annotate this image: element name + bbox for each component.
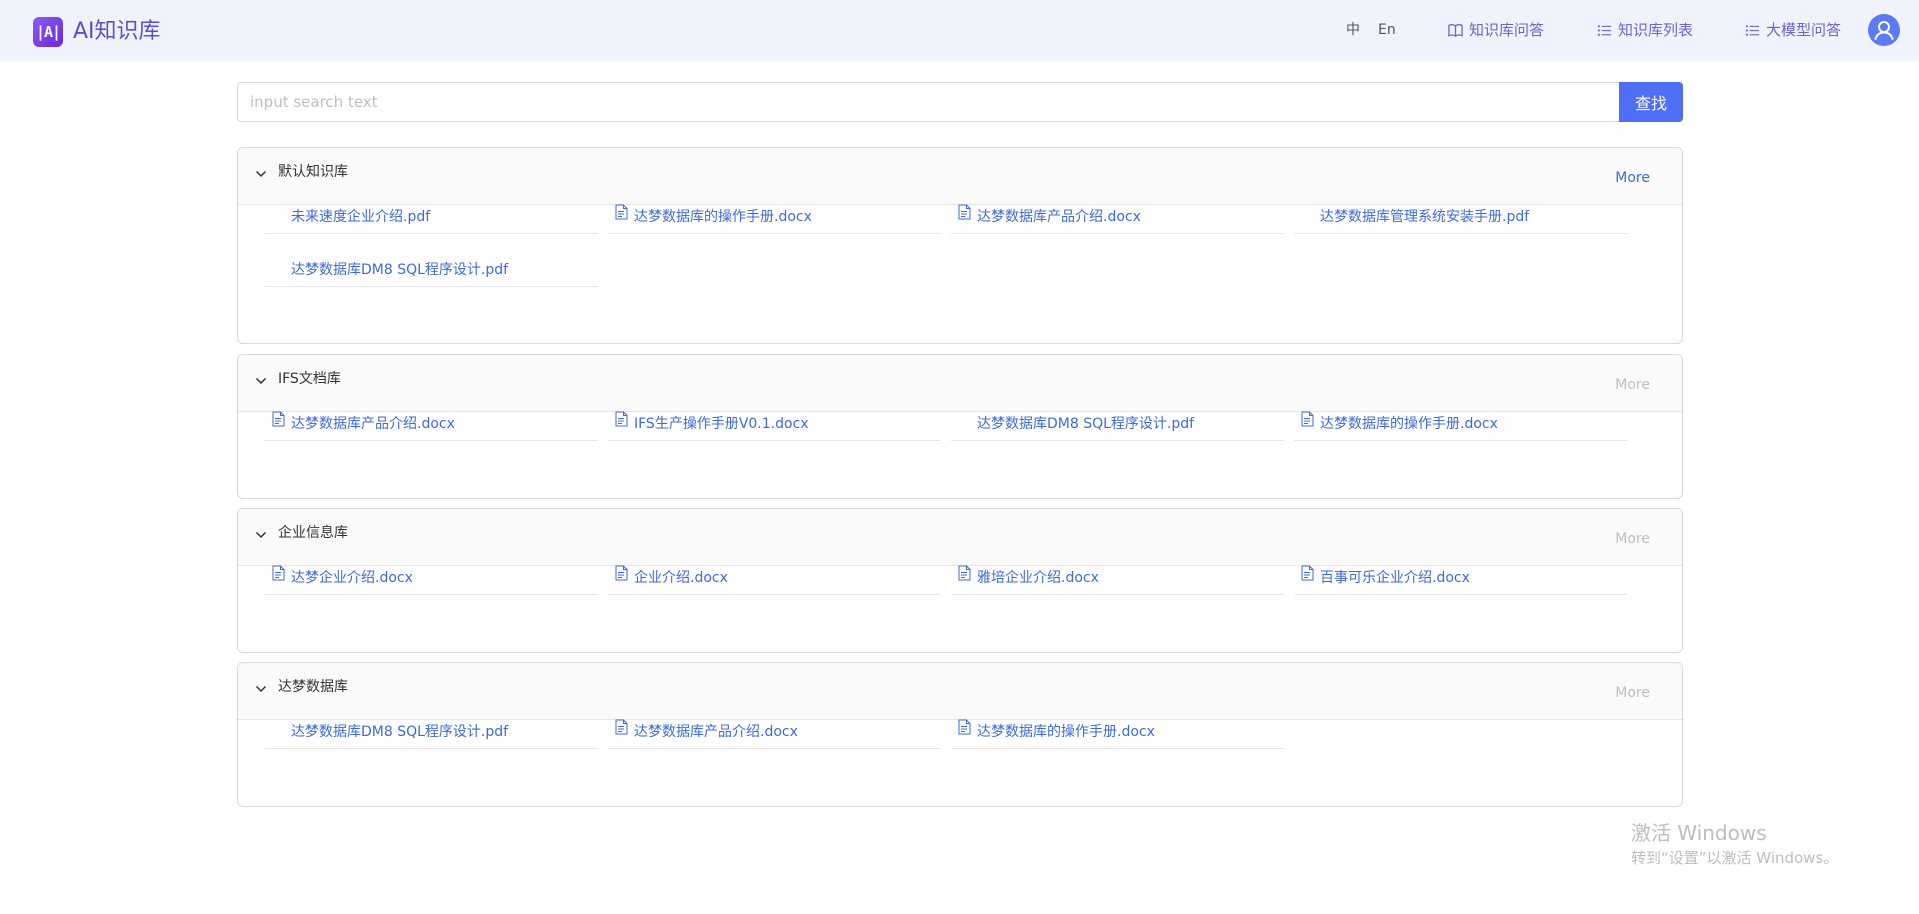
- search-button[interactable]: 查找: [1619, 82, 1683, 122]
- document-icon: [958, 719, 971, 735]
- file-item[interactable]: 达梦数据库产品介绍.docx: [265, 407, 598, 441]
- file-item[interactable]: 未来速度企业介绍.pdf: [265, 200, 598, 234]
- document-icon: [958, 204, 971, 220]
- file-item[interactable]: 达梦数据库的操作手册.docx: [608, 200, 941, 234]
- user-icon: [1874, 21, 1894, 40]
- list-icon: [1597, 24, 1612, 36]
- file-name-link[interactable]: 达梦数据库的操作手册.docx: [634, 208, 812, 226]
- file-item[interactable]: 达梦数据库的操作手册.docx: [951, 715, 1284, 749]
- file-name-link[interactable]: 达梦数据库管理系统安装手册.pdf: [1320, 208, 1529, 226]
- app-logo-icon[interactable]: |A|: [33, 17, 63, 47]
- file-item[interactable]: 达梦数据库产品介绍.docx: [608, 715, 941, 749]
- file-item[interactable]: 达梦数据库产品介绍.docx: [951, 200, 1284, 234]
- file-item[interactable]: 达梦数据库DM8 SQL程序设计.pdf: [951, 407, 1284, 441]
- kb-panel-title: 达梦数据库: [278, 679, 348, 695]
- kb-panel-title: 企业信息库: [278, 525, 348, 541]
- top-header: |A| AI知识库 中 En 知识库问答 知识库列表 大模型问答: [0, 0, 1919, 61]
- kb-panel-header[interactable]: IFS文档库 More: [238, 355, 1682, 412]
- kb-panel: 默认知识库 More 未来速度企业介绍.pdf 达梦数据库的操作手册.docx 达梦数据…: [237, 147, 1683, 344]
- chevron-down-icon[interactable]: [254, 528, 268, 542]
- file-name-link[interactable]: 企业介绍.docx: [634, 569, 728, 587]
- list-icon: [1745, 24, 1760, 36]
- app-title[interactable]: AI知识库: [73, 16, 161, 48]
- nav-llm-qa[interactable]: 大模型问答: [1745, 20, 1841, 40]
- kb-more-link[interactable]: More: [1615, 375, 1650, 395]
- file-name-link[interactable]: 达梦数据库的操作手册.docx: [1320, 415, 1498, 433]
- kb-panel: IFS文档库 More 达梦数据库产品介绍.docx IFS生产操作手册V0.1.do…: [237, 354, 1683, 499]
- file-name-link[interactable]: IFS生产操作手册V0.1.docx: [634, 415, 809, 433]
- kb-more-link[interactable]: More: [1615, 168, 1650, 188]
- document-icon: [272, 565, 285, 581]
- lang-zh-button[interactable]: 中: [1346, 20, 1360, 40]
- document-icon: [272, 411, 285, 427]
- nav-kb-list[interactable]: 知识库列表: [1597, 20, 1693, 40]
- kb-more-link[interactable]: More: [1615, 683, 1650, 703]
- search-input[interactable]: [237, 82, 1620, 122]
- file-item[interactable]: 达梦数据库DM8 SQL程序设计.pdf: [265, 253, 598, 287]
- kb-panel-header[interactable]: 达梦数据库 More: [238, 663, 1682, 720]
- document-icon: [615, 204, 628, 220]
- chevron-down-icon[interactable]: [254, 682, 268, 696]
- windows-activation-hint: 转到“设置”以激活 Windows。: [1631, 849, 1839, 867]
- kb-more-link[interactable]: More: [1615, 529, 1650, 549]
- kb-panel-title: 默认知识库: [278, 164, 348, 180]
- file-item[interactable]: 达梦数据库DM8 SQL程序设计.pdf: [265, 715, 598, 749]
- avatar[interactable]: [1868, 14, 1900, 46]
- file-item[interactable]: 雅培企业介绍.docx: [951, 561, 1284, 595]
- file-item[interactable]: 达梦数据库管理系统安装手册.pdf: [1294, 200, 1627, 234]
- kb-panel-title: IFS文档库: [278, 371, 341, 387]
- document-icon: [615, 719, 628, 735]
- nav-kb-list-label: 知识库列表: [1618, 21, 1694, 39]
- chevron-down-icon[interactable]: [254, 167, 268, 181]
- kb-panel: 企业信息库 More 达梦企业介绍.docx 企业介绍.docx 雅培企业介绍.docx…: [237, 508, 1683, 653]
- document-icon: [1301, 565, 1314, 581]
- file-name-link[interactable]: 达梦数据库DM8 SQL程序设计.pdf: [291, 723, 508, 741]
- book-icon: [1448, 23, 1463, 37]
- document-icon: [1301, 411, 1314, 427]
- nav-llm-qa-label: 大模型问答: [1766, 21, 1842, 39]
- file-item[interactable]: 达梦企业介绍.docx: [265, 561, 598, 595]
- kb-panel: 达梦数据库 More 达梦数据库DM8 SQL程序设计.pdf 达梦数据库产品介绍.d…: [237, 662, 1683, 807]
- windows-activation-title: 激活 Windows: [1631, 821, 1767, 845]
- nav-kb-qa[interactable]: 知识库问答: [1448, 20, 1544, 40]
- nav-kb-qa-label: 知识库问答: [1469, 21, 1545, 39]
- file-name-link[interactable]: 达梦数据库DM8 SQL程序设计.pdf: [977, 415, 1194, 433]
- file-name-link[interactable]: 未来速度企业介绍.pdf: [291, 208, 430, 226]
- search-bar: 查找: [237, 82, 1683, 122]
- kb-panel-header[interactable]: 默认知识库 More: [238, 148, 1682, 205]
- file-name-link[interactable]: 达梦数据库的操作手册.docx: [977, 723, 1155, 741]
- file-name-link[interactable]: 达梦数据库产品介绍.docx: [291, 415, 455, 433]
- chevron-down-icon[interactable]: [254, 374, 268, 388]
- document-icon: [615, 411, 628, 427]
- document-icon: [958, 565, 971, 581]
- file-item[interactable]: IFS生产操作手册V0.1.docx: [608, 407, 941, 441]
- file-name-link[interactable]: 达梦数据库DM8 SQL程序设计.pdf: [291, 261, 508, 279]
- file-name-link[interactable]: 百事可乐企业介绍.docx: [1320, 569, 1470, 587]
- file-name-link[interactable]: 达梦数据库产品介绍.docx: [634, 723, 798, 741]
- file-name-link[interactable]: 雅培企业介绍.docx: [977, 569, 1099, 587]
- file-name-link[interactable]: 达梦数据库产品介绍.docx: [977, 208, 1141, 226]
- lang-en-button[interactable]: En: [1378, 20, 1396, 40]
- kb-panel-header[interactable]: 企业信息库 More: [238, 509, 1682, 566]
- document-icon: [615, 565, 628, 581]
- file-item[interactable]: 达梦数据库的操作手册.docx: [1294, 407, 1627, 441]
- file-name-link[interactable]: 达梦企业介绍.docx: [291, 569, 413, 587]
- file-item[interactable]: 百事可乐企业介绍.docx: [1294, 561, 1627, 595]
- file-item[interactable]: 企业介绍.docx: [608, 561, 941, 595]
